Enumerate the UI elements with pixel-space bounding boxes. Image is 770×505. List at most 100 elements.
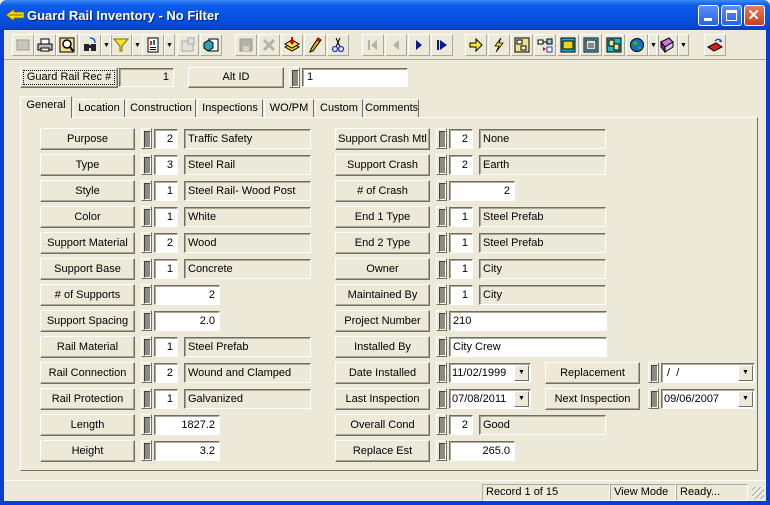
date-installed-lock-toggle[interactable] [436,362,447,383]
style-lock-toggle[interactable] [141,180,152,201]
installed-by-button[interactable]: Installed By [335,336,430,358]
search-binoculars-button[interactable] [79,34,101,56]
replace-est-lock-toggle[interactable] [436,440,447,461]
support-crash-base-button[interactable]: Support Crash Base [335,154,430,191]
last-inspection-date-field[interactable]: 07/08/2011 ▼ [449,389,531,409]
height-field[interactable]: 3.2 [154,441,220,461]
support-spacing-lock-toggle[interactable] [141,310,152,331]
purpose-button[interactable]: Purpose [40,128,135,150]
report-dropdown-button[interactable]: ▼ [164,34,175,56]
globe-button[interactable] [626,34,648,56]
purpose-code-field[interactable]: 2 [154,129,178,149]
owner-lock-toggle[interactable] [436,258,447,279]
next-inspection-date-field[interactable]: 09/06/2007 ▼ [661,389,755,409]
support-spacing-field[interactable]: 2.0 [154,311,220,331]
last-record-button[interactable] [431,34,453,56]
chevron-down-icon[interactable]: ▼ [738,391,753,407]
rail-material-lock-toggle[interactable] [141,336,152,357]
rail-material-code-field[interactable]: 1 [154,337,178,357]
chevron-down-icon[interactable]: ▼ [514,365,529,381]
project-number-button[interactable]: Project Number [335,310,430,332]
last-inspection-button[interactable]: Last Inspection [335,388,430,410]
tab-inspections[interactable]: Inspections [197,99,263,117]
num-of-supports-button[interactable]: # of Supports [40,284,135,306]
replace-est-field[interactable]: 265.0 [449,441,515,461]
calculator-button[interactable] [580,34,602,56]
end-2-type-code-field[interactable]: 1 [449,233,473,253]
rail-protection-lock-toggle[interactable] [141,388,152,409]
tab-location[interactable]: Location [73,99,125,117]
owner-button[interactable]: Owner [335,258,430,280]
replacement-lock-toggle[interactable] [648,362,659,383]
type-button[interactable]: Type [40,154,135,176]
overall-cond-button[interactable]: Overall Cond [335,414,430,436]
tab-wo-pm[interactable]: WO/PM [264,99,314,117]
rail-connection-button[interactable]: Rail Connection [40,362,135,384]
installed-by-field[interactable]: City Crew [449,337,607,357]
filter-funnel-button[interactable] [110,34,132,56]
installed-by-lock-toggle[interactable] [436,336,447,357]
report-button[interactable] [142,34,164,56]
support-material-code-field[interactable]: 2 [154,233,178,253]
type-code-field[interactable]: 3 [154,155,178,175]
project-number-field[interactable]: 210 [449,311,607,331]
owner-code-field[interactable]: 1 [449,259,473,279]
height-button[interactable]: Height [40,440,135,462]
num-of-supports-lock-toggle[interactable] [141,284,152,305]
exit-button[interactable] [704,34,726,56]
tab-construction[interactable]: Construction [126,99,196,117]
alt-id-button[interactable]: Alt ID [188,67,284,88]
alt-id-field[interactable]: 1 [302,68,408,87]
support-crash-base-code-field[interactable]: 2 [449,155,473,175]
replace-est-button[interactable]: Replace Est [335,440,430,462]
next-record-button[interactable] [408,34,430,56]
support-spacing-button[interactable]: Support Spacing [40,310,135,332]
help-book-dropdown-button[interactable]: ▼ [678,34,689,56]
guard-rail-rec-button[interactable]: Guard Rail Rec # [20,67,118,88]
title-bar[interactable]: Guard Rail Inventory - No Filter [0,0,770,30]
add-record-button[interactable] [281,34,303,56]
last-inspection-lock-toggle[interactable] [436,388,447,409]
rail-material-button[interactable]: Rail Material [40,336,135,358]
num-of-crash-supports-field[interactable]: 2 [449,181,515,201]
hierarchy-button[interactable] [511,34,533,56]
support-base-button[interactable]: Support Base [40,258,135,280]
height-lock-toggle[interactable] [141,440,152,461]
support-crash-base-lock-toggle[interactable] [436,154,447,175]
rail-connection-code-field[interactable]: 2 [154,363,178,383]
tab-custom[interactable]: Custom [315,99,363,117]
goto-arrow-button[interactable] [465,34,487,56]
equipment-button[interactable] [557,34,579,56]
color-button[interactable]: Color [40,206,135,228]
style-code-field[interactable]: 1 [154,181,178,201]
project-number-lock-toggle[interactable] [436,310,447,331]
rail-protection-code-field[interactable]: 1 [154,389,178,409]
print-preview-button[interactable] [56,34,78,56]
resize-grip[interactable] [752,487,764,499]
length-field[interactable]: 1827.2 [154,415,220,435]
lightning-button[interactable] [488,34,510,56]
length-button[interactable]: Length [40,414,135,436]
cut-scissors-button[interactable] [327,34,349,56]
type-lock-toggle[interactable] [141,154,152,175]
purpose-lock-toggle[interactable] [141,128,152,149]
support-crash-mtl-button[interactable]: Support Crash Mtl [335,128,430,150]
length-lock-toggle[interactable] [141,414,152,435]
num-of-supports-field[interactable]: 2 [154,285,220,305]
replacement-date-field[interactable]: / / ▼ [661,363,755,383]
chevron-down-icon[interactable]: ▼ [738,365,753,381]
edit-pencil-button[interactable] [304,34,326,56]
tab-comments[interactable]: Comments [364,99,419,117]
date-installed-button[interactable]: Date Installed [335,362,430,384]
chevron-down-icon[interactable]: ▼ [514,391,529,407]
next-inspection-button[interactable]: Next Inspection [545,388,640,410]
link-button[interactable] [534,34,556,56]
maintained-by-button[interactable]: Maintained By [335,284,430,306]
support-material-lock-toggle[interactable] [141,232,152,253]
replacement-button[interactable]: Replacement [545,362,640,384]
style-button[interactable]: Style [40,180,135,202]
help-book-button[interactable] [656,34,678,56]
alt-id-lock-toggle[interactable] [289,67,300,88]
end-1-type-code-field[interactable]: 1 [449,207,473,227]
end-2-type-button[interactable]: End 2 Type [335,232,430,254]
